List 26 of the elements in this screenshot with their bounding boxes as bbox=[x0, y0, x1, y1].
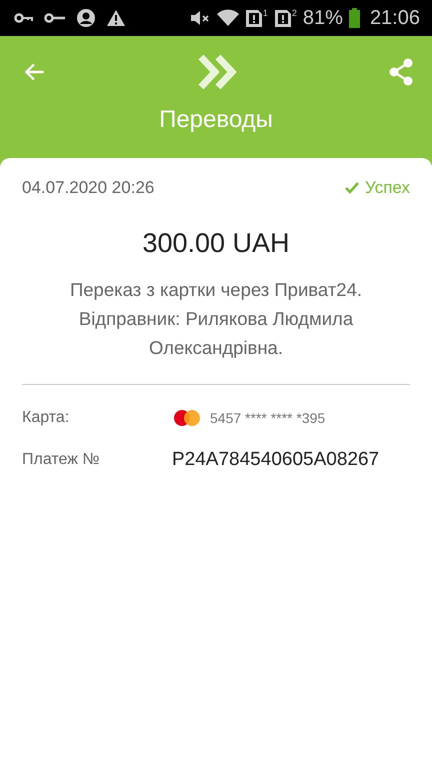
clock: 21:06 bbox=[370, 6, 420, 30]
card-brand-icon bbox=[172, 409, 202, 427]
payment-number: P24A784540605A08267 bbox=[172, 449, 380, 471]
amount: 300.00 UAH bbox=[141, 228, 291, 259]
sim-alert-icon bbox=[274, 8, 292, 28]
key-icon bbox=[14, 13, 34, 23]
check-icon bbox=[345, 182, 360, 194]
transfer-datetime: 04.07.2020 20:26 bbox=[22, 178, 154, 198]
card-number: 5457 **** **** *395 bbox=[210, 410, 326, 426]
sim-number: 1 bbox=[262, 8, 268, 18]
account-icon bbox=[76, 8, 96, 28]
wifi-icon bbox=[216, 9, 239, 27]
field-label: Платеж № bbox=[22, 451, 101, 469]
battery-percent: 81% bbox=[302, 6, 343, 30]
key-icon bbox=[44, 13, 66, 23]
mute-icon bbox=[188, 9, 211, 27]
screen-title: Переводы bbox=[158, 106, 274, 134]
transfer-description: Переказ з картки через Приват24. Відправник: Рилякова Людмила Олександрівна. bbox=[68, 278, 364, 360]
sim-number: 2 bbox=[292, 8, 297, 18]
chevrons-logo-icon bbox=[198, 54, 238, 90]
warning-icon bbox=[106, 9, 126, 27]
battery-icon bbox=[348, 8, 360, 28]
status-label: Успех bbox=[345, 178, 410, 198]
share-button[interactable] bbox=[388, 58, 414, 86]
field-label: Карта: bbox=[22, 409, 70, 427]
sim-alert-icon bbox=[244, 8, 263, 28]
